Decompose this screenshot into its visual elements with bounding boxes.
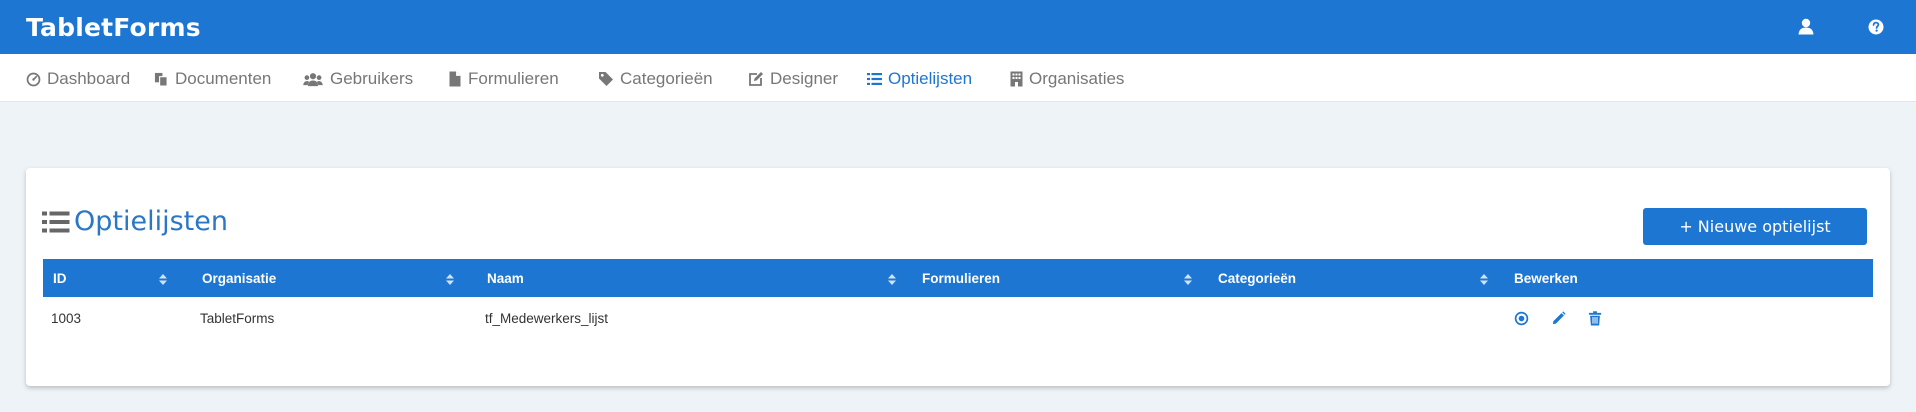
file-icon	[448, 71, 462, 87]
nav-item-label: Gebruikers	[330, 69, 414, 88]
main-nav: Dashboard Documenten Gebruikers Formulie…	[0, 54, 1916, 102]
building-icon	[1010, 71, 1023, 87]
cell-categorieen	[1208, 297, 1494, 339]
sort-icon	[1184, 273, 1192, 288]
pencil-icon[interactable]	[1551, 310, 1566, 326]
sort-icon	[888, 273, 896, 288]
sort-icon	[446, 273, 454, 288]
trash-icon[interactable]	[1588, 310, 1603, 326]
nav-item-organisaties[interactable]: Organisaties	[1010, 68, 1124, 90]
column-header-categorieen[interactable]: Categorieën	[1208, 259, 1494, 297]
column-header-id[interactable]: ID	[43, 259, 173, 297]
column-header-bewerken: Bewerken	[1514, 270, 1578, 286]
list-icon	[867, 72, 882, 86]
nav-item-formulieren[interactable]: Formulieren	[448, 68, 559, 90]
table-row: 1003 TabletForms tf_Medewerkers_lijst	[43, 297, 1873, 339]
cell-id: 1003	[51, 310, 82, 326]
help-icon[interactable]	[1866, 17, 1886, 37]
nav-item-label: Organisaties	[1029, 69, 1125, 88]
tag-icon	[598, 71, 614, 87]
page-title-text: Optielijsten	[74, 206, 228, 237]
optielijsten-table: ID Organisatie Naam Formulieren Categori…	[43, 259, 1873, 339]
optielijsten-card: Optielijsten + Nieuwe optielijst ID Orga…	[26, 168, 1890, 386]
nav-item-label: Categorieën	[620, 69, 713, 88]
list-icon	[42, 210, 70, 234]
nav-item-label: Optielijsten	[888, 69, 973, 88]
users-icon	[302, 72, 324, 87]
nav-item-documenten[interactable]: Documenten	[154, 68, 271, 90]
sort-icon	[159, 273, 167, 288]
nav-item-categorieen[interactable]: Categorieën	[598, 68, 713, 90]
cell-organisatie: TabletForms	[200, 310, 275, 326]
column-header-naam[interactable]: Naam	[477, 259, 902, 297]
column-header-formulieren[interactable]: Formulieren	[912, 259, 1198, 297]
nav-item-label: Documenten	[175, 69, 272, 88]
nav-item-designer[interactable]: Designer	[748, 68, 838, 90]
documents-icon	[154, 72, 169, 87]
view-icon[interactable]	[1514, 311, 1529, 326]
app-title[interactable]: TabletForms	[26, 13, 201, 42]
top-bar: TabletForms	[0, 0, 1916, 54]
nav-item-optielijsten[interactable]: Optielijsten	[867, 68, 972, 90]
cell-naam: tf_Medewerkers_lijst	[485, 310, 609, 326]
dashboard-icon	[26, 72, 41, 87]
nav-item-gebruikers[interactable]: Gebruikers	[302, 68, 413, 90]
edit-icon	[748, 71, 764, 87]
nav-item-label: Formulieren	[468, 69, 559, 88]
column-header-organisatie[interactable]: Organisatie	[192, 259, 460, 297]
nav-item-label: Dashboard	[47, 69, 131, 88]
page-title: Optielijsten	[42, 206, 228, 237]
user-icon[interactable]	[1796, 17, 1816, 37]
cell-actions	[1504, 297, 1864, 339]
nav-item-label: Designer	[770, 69, 839, 88]
new-optielijst-button[interactable]: + Nieuwe optielijst	[1643, 208, 1867, 245]
table-header: ID Organisatie Naam Formulieren Categori…	[43, 259, 1873, 297]
cell-formulieren	[912, 297, 1198, 339]
nav-item-dashboard[interactable]: Dashboard	[26, 68, 130, 90]
sort-icon	[1480, 273, 1488, 288]
